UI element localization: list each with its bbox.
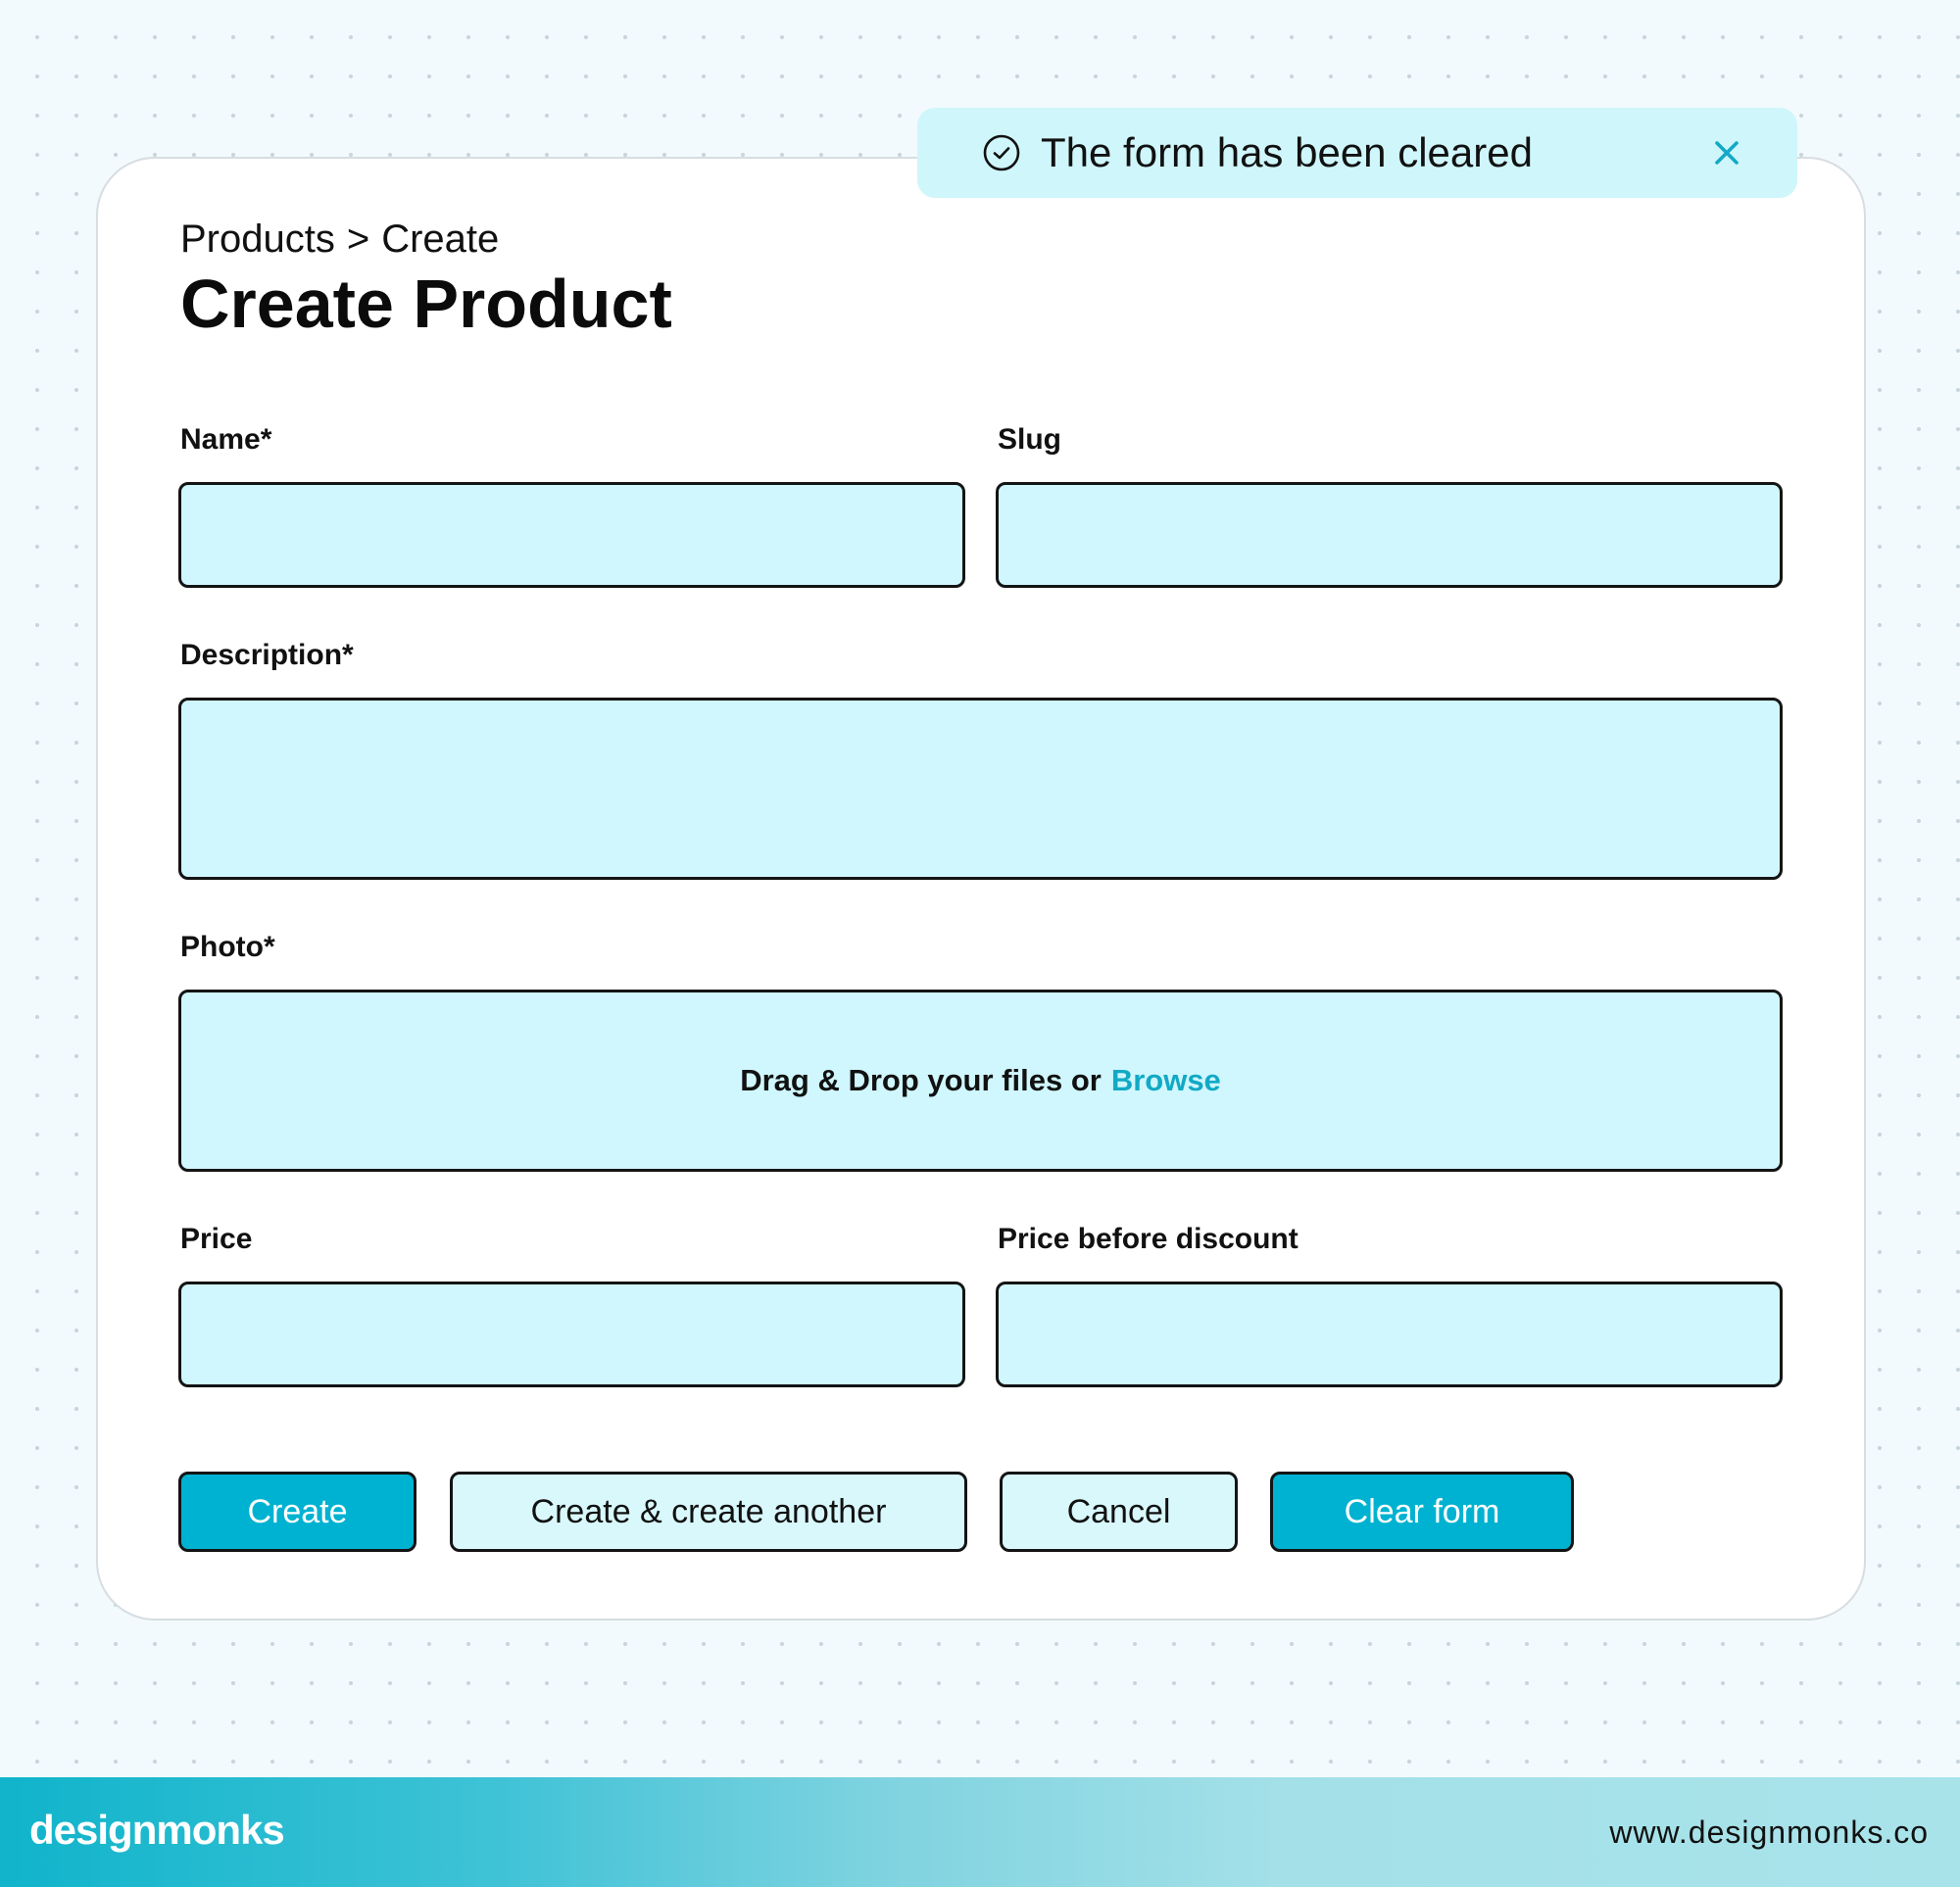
photo-label: Photo* [180, 931, 275, 963]
name-field[interactable] [178, 482, 965, 588]
clear-form-button[interactable]: Clear form [1270, 1472, 1574, 1552]
brand-logo: designmonks [29, 1807, 285, 1853]
price-before-discount-input[interactable] [999, 1284, 1780, 1384]
description-label: Description* [180, 639, 354, 671]
browse-link[interactable]: Browse [1111, 1063, 1221, 1098]
breadcrumb: Products > Create [180, 218, 499, 262]
breadcrumb-parent[interactable]: Products [180, 218, 335, 261]
price-input[interactable] [181, 1284, 962, 1384]
toast-message: The form has been cleared [1041, 129, 1533, 175]
slug-label: Slug [998, 423, 1061, 456]
photo-dropzone[interactable]: Drag & Drop your files or Browse [178, 990, 1783, 1172]
create-another-button[interactable]: Create & create another [450, 1472, 967, 1552]
cancel-button[interactable]: Cancel [1000, 1472, 1238, 1552]
check-circle-icon [983, 134, 1020, 171]
footer-url[interactable]: www.designmonks.co [1609, 1814, 1929, 1851]
slug-input[interactable] [999, 485, 1780, 585]
dropzone-text: Drag & Drop your files or [740, 1063, 1102, 1097]
create-button[interactable]: Create [178, 1472, 416, 1552]
price-before-discount-field[interactable] [996, 1282, 1783, 1387]
name-input[interactable] [181, 485, 962, 585]
breadcrumb-current: Create [381, 218, 500, 261]
description-field[interactable] [178, 698, 1783, 880]
price-before-discount-label: Price before discount [998, 1223, 1298, 1255]
price-field[interactable] [178, 1282, 965, 1387]
name-label: Name* [180, 423, 272, 456]
price-label: Price [180, 1223, 253, 1255]
toast-notification: The form has been cleared [917, 108, 1797, 198]
slug-field[interactable] [996, 482, 1783, 588]
form-card [96, 157, 1866, 1621]
close-icon[interactable] [1707, 133, 1746, 172]
footer-banner: designmonks www.designmonks.co [0, 1777, 1960, 1887]
description-input[interactable] [181, 701, 1780, 877]
breadcrumb-separator: > [346, 218, 370, 261]
page-title: Create Product [180, 266, 672, 342]
